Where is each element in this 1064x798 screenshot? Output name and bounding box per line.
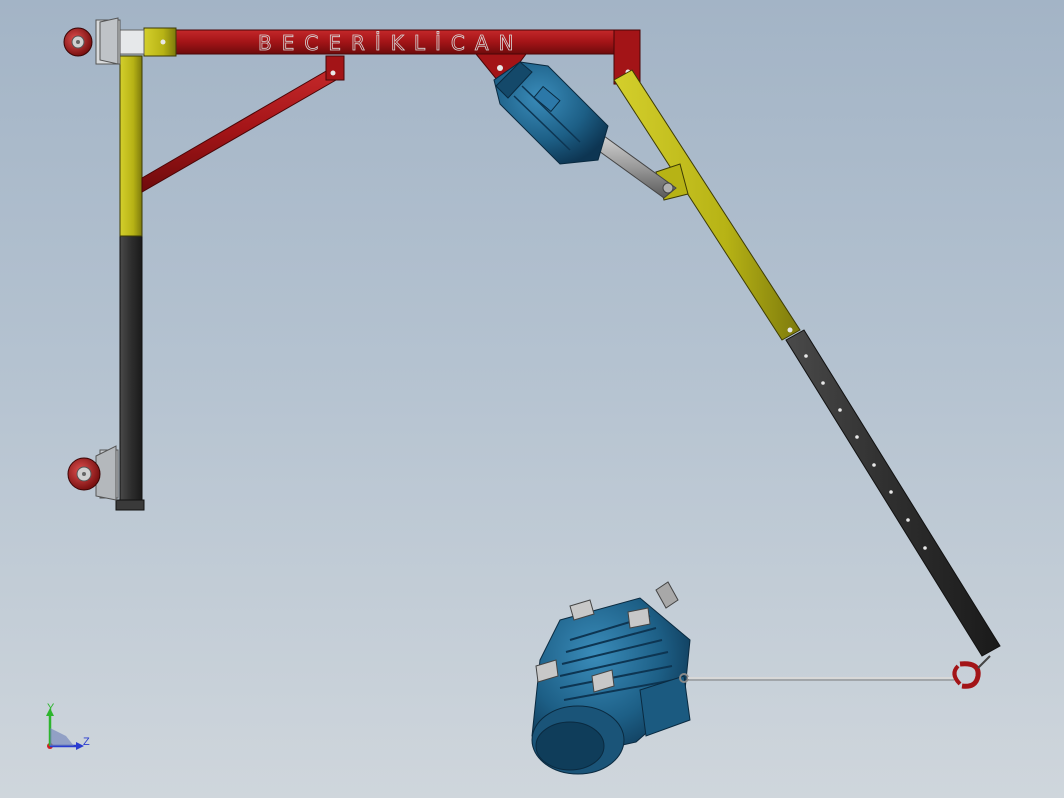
axis-triad: Y Z — [46, 702, 90, 750]
mast-lower-black — [115, 235, 145, 511]
caster-wheel-top — [63, 17, 121, 65]
hydraulic-pump-motor — [493, 61, 609, 165]
boom-arm-black — [785, 329, 1001, 657]
boom-arm-yellow — [613, 69, 801, 341]
mast-upper-yellow — [119, 55, 143, 237]
axis-y-label: Y — [47, 702, 55, 714]
crane-hook — [952, 655, 991, 689]
crane-assembly-model[interactable]: BECERİKLİCAN Y Z — [0, 0, 1064, 798]
axis-z-label: Z — [83, 736, 90, 748]
caster-wheel-bottom — [67, 445, 119, 501]
diagonal-brace-red — [141, 55, 345, 193]
brand-lettering: BECERİKLİCAN — [258, 31, 524, 55]
graphics-viewport[interactable]: BECERİKLİCAN Y Z — [0, 0, 1064, 798]
electric-motor-load — [531, 581, 691, 775]
